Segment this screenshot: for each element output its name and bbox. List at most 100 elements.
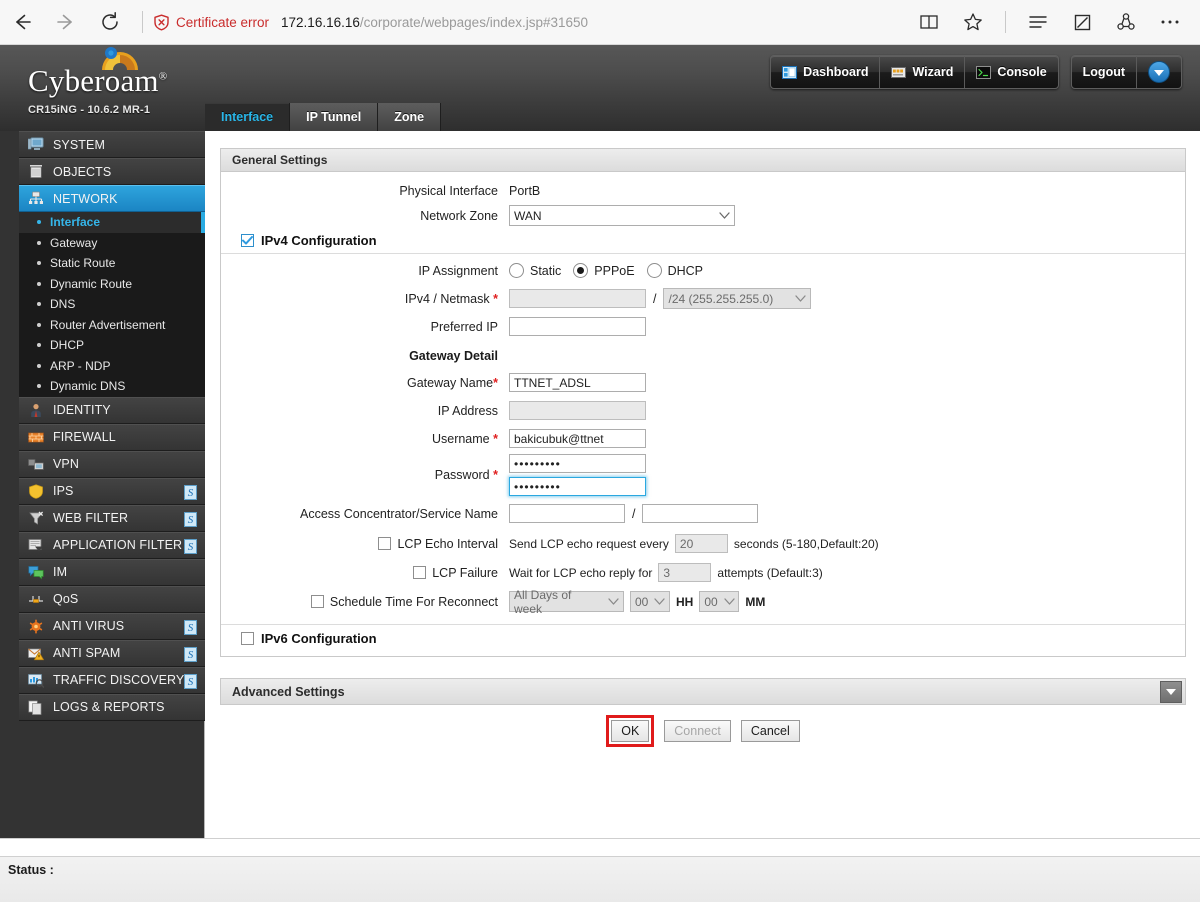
ipv4-configuration-label: IPv4 Configuration	[261, 233, 377, 248]
logout-dropdown-button[interactable]	[1137, 56, 1181, 88]
schedule-hour-unit: HH	[676, 594, 694, 609]
ip-assignment-radio-dhcp[interactable]	[646, 263, 662, 278]
schedule-minute-select[interactable]: 00	[699, 591, 740, 612]
sidebar-subitem-interface[interactable]: Interface	[19, 212, 205, 233]
tab-zone[interactable]: Zone	[378, 103, 442, 131]
sidebar-subitem-label: Interface	[50, 215, 101, 230]
ok-button[interactable]: OK	[611, 720, 650, 742]
brand-registered: ®	[158, 70, 168, 83]
tab-ip-tunnel[interactable]: IP Tunnel	[290, 103, 379, 131]
connect-button[interactable]: Connect	[664, 720, 731, 742]
address-bar[interactable]: 172.16.16.16/corporate/webpages/index.js…	[281, 15, 588, 30]
gateway-name-row: Gateway Name*	[221, 370, 1185, 395]
ok-button-highlight: OK	[606, 715, 655, 747]
advanced-settings-bar[interactable]: Advanced Settings	[220, 678, 1186, 705]
sidebar-subitem-dynamic-route[interactable]: Dynamic Route	[19, 273, 205, 294]
tab-zone-label: Zone	[394, 110, 425, 124]
sidebar-item-anti-virus[interactable]: ANTI VIRUS S	[19, 612, 205, 640]
service-name-input[interactable]	[642, 504, 759, 523]
sidebar-subitem-gateway[interactable]: Gateway	[19, 232, 205, 253]
sidebar-item-web-filter[interactable]: WEB FILTER S	[19, 504, 205, 532]
sidebar-item-identity[interactable]: IDENTITY	[19, 396, 205, 424]
access-concentrator-input[interactable]	[509, 504, 625, 523]
password-confirm-input[interactable]	[509, 477, 646, 496]
subscription-badge-icon: S	[184, 646, 197, 662]
sidebar-item-vpn[interactable]: VPN	[19, 450, 205, 478]
sidebar-item-im[interactable]: IM	[19, 558, 205, 586]
certificate-error-indicator[interactable]: Certificate error	[153, 14, 269, 31]
advanced-settings-expand-button[interactable]	[1160, 680, 1182, 703]
sidebar-item-system[interactable]: SYSTEM	[19, 131, 205, 158]
schedule-reconnect-checkbox[interactable]	[310, 595, 324, 608]
ipv4-configuration-checkbox[interactable]	[241, 234, 254, 247]
logout-button[interactable]: Logout	[1072, 56, 1137, 88]
sidebar-item-logs-reports[interactable]: LOGS & REPORTS	[19, 693, 205, 721]
svg-text:S: S	[188, 676, 194, 688]
lcp-echo-interval-input[interactable]	[674, 534, 728, 553]
sidebar-subitem-label: DNS	[50, 297, 76, 312]
ipv4-address-input[interactable]	[509, 289, 646, 308]
physical-interface-value: PortB	[509, 183, 541, 198]
ip-assignment-radio-static[interactable]	[509, 263, 524, 278]
qos-icon	[28, 592, 44, 607]
lcp-failure-input[interactable]	[658, 563, 712, 582]
ipv6-configuration-checkbox[interactable]	[241, 632, 254, 645]
schedule-day-select[interactable]: All Days of week	[509, 588, 624, 616]
hub-button[interactable]	[1016, 0, 1060, 44]
lcp-echo-interval-checkbox[interactable]	[378, 537, 392, 550]
username-input[interactable]	[509, 429, 646, 448]
physical-interface-label: Physical Interface	[399, 183, 498, 198]
sidebar-subitem-dns[interactable]: DNS	[19, 294, 205, 315]
dashboard-button[interactable]: Dashboard	[771, 56, 881, 88]
sidebar-item-ips[interactable]: IPS S	[19, 477, 205, 505]
sidebar-subitem-dhcp[interactable]: DHCP	[19, 335, 205, 356]
reload-button[interactable]	[88, 0, 132, 44]
netmask-value: /24 (255.255.255.0)	[668, 291, 774, 306]
more-button[interactable]	[1148, 0, 1192, 44]
chevron-down-icon	[654, 598, 666, 605]
favorites-button[interactable]	[951, 0, 995, 44]
password-input[interactable]	[509, 454, 646, 473]
schedule-hour-select[interactable]: 00	[630, 591, 670, 612]
network-zone-select[interactable]: WAN	[509, 205, 735, 226]
lcp-failure-checkbox[interactable]	[413, 566, 427, 579]
sidebar-item-qos[interactable]: QoS	[19, 585, 205, 613]
sidebar-subitem-router-advertisement[interactable]: Router Advertisement	[19, 314, 205, 335]
lcp-echo-interval-label: LCP Echo Interval	[397, 536, 498, 551]
ip-address-input[interactable]	[509, 401, 646, 420]
gateway-name-input[interactable]	[509, 373, 646, 392]
ip-assignment-radio-pppoe[interactable]	[573, 263, 589, 278]
cancel-button[interactable]: Cancel	[740, 720, 800, 742]
sidebar-item-network[interactable]: NETWORK	[19, 185, 205, 212]
chevron-down-icon	[608, 598, 619, 605]
sidebar-item-traffic-discovery[interactable]: TRAFFIC DISCOVERY S	[19, 666, 205, 694]
sidebar-subitem-dynamic-dns[interactable]: Dynamic DNS	[19, 376, 205, 397]
schedule-day-value: All Days of week	[514, 587, 572, 616]
sidebar-item-application-filter[interactable]: APPLICATION FILTER S	[19, 531, 205, 559]
sidebar-subitem-static-route[interactable]: Static Route	[19, 253, 205, 274]
tab-interface[interactable]: Interface	[205, 103, 291, 131]
subscription-badge-icon: S	[184, 619, 197, 635]
sidebar-item-anti-spam[interactable]: ANTI SPAM S	[19, 639, 205, 667]
web-note-button[interactable]	[1060, 0, 1104, 44]
wizard-button[interactable]: Wizard	[880, 56, 966, 88]
wizard-icon	[891, 66, 907, 79]
sidebar-item-firewall[interactable]: FIREWALL	[19, 423, 205, 451]
forward-button[interactable]	[44, 0, 88, 44]
chevron-down-icon	[724, 598, 735, 605]
network-icon	[28, 191, 44, 206]
required-marker: *	[493, 375, 498, 390]
sidebar-subitem-label: DHCP	[50, 338, 85, 353]
share-button[interactable]	[1104, 0, 1148, 44]
ipv6-configuration-label: IPv6 Configuration	[261, 631, 377, 646]
preferred-ip-input[interactable]	[509, 317, 646, 336]
lcp-echo-prefix: Send LCP echo request every	[509, 536, 669, 551]
sidebar-subitem-arp-ndp[interactable]: ARP - NDP	[19, 355, 205, 376]
sidebar-item-objects[interactable]: OBJECTS	[19, 158, 205, 185]
netmask-select[interactable]: /24 (255.255.255.0)	[663, 288, 812, 309]
console-button[interactable]: Console	[965, 56, 1057, 88]
network-zone-row: Network Zone WAN	[221, 203, 1185, 228]
back-button[interactable]	[0, 0, 44, 44]
reading-view-button[interactable]	[907, 0, 951, 44]
required-marker: *	[493, 291, 498, 306]
